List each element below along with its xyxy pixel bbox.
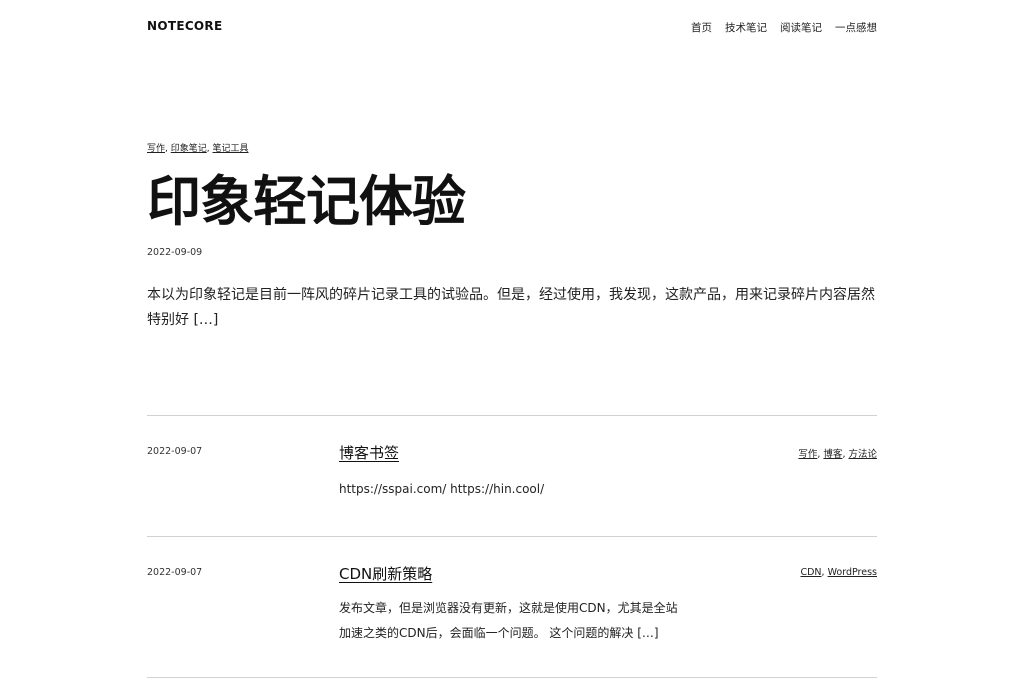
divider xyxy=(147,536,877,537)
post-categories: 写作, 博客, 方法论 xyxy=(798,449,877,460)
site-title-link[interactable]: NOTECORE xyxy=(147,19,222,33)
category-link[interactable]: 印象笔记 xyxy=(171,144,207,154)
nav-item-tech-notes[interactable]: 技术笔记 xyxy=(725,20,767,35)
featured-post-excerpt: 本以为印象轻记是目前一阵风的碎片记录工具的试验品。但是，经过使用，我发现，这款产… xyxy=(147,287,875,328)
post-title-link[interactable]: CDN刷新策略 xyxy=(339,563,432,584)
nav-item-reading-notes[interactable]: 阅读笔记 xyxy=(780,20,822,35)
divider xyxy=(147,415,877,416)
nav-item-thoughts[interactable]: 一点感想 xyxy=(835,20,877,35)
category-link[interactable]: 博客 xyxy=(823,449,842,460)
post-title-link[interactable]: 博客书签 xyxy=(339,442,399,463)
category-link[interactable]: 写作 xyxy=(798,449,817,460)
post-date: 2022-09-07 xyxy=(147,567,203,578)
post-date: 2022-09-07 xyxy=(147,446,203,457)
post-categories: CDN, WordPress xyxy=(800,567,877,578)
category-link[interactable]: 方法论 xyxy=(848,449,877,460)
category-link[interactable]: 笔记工具 xyxy=(213,144,249,154)
main-nav: 首页 技术笔记 阅读笔记 一点感想 xyxy=(691,20,877,35)
featured-post-date: 2022-09-09 xyxy=(147,247,203,258)
divider xyxy=(147,677,877,678)
page: NOTECORE 首页 技术笔记 阅读笔记 一点感想 写作, 印象笔记, 笔记工… xyxy=(0,0,1024,683)
category-link[interactable]: WordPress xyxy=(828,567,877,578)
post-excerpt: 发布文章，但是浏览器没有更新，这就是使用CDN，尤其是全站加速之类的CDN后，会… xyxy=(339,601,678,640)
nav-item-home[interactable]: 首页 xyxy=(691,20,712,35)
category-link[interactable]: 写作 xyxy=(147,144,165,154)
featured-post-title[interactable]: 印象轻记体验 xyxy=(147,172,466,232)
category-link[interactable]: CDN xyxy=(800,567,821,578)
post-excerpt: https://sspai.com/ https://hin.cool/ xyxy=(339,482,545,496)
featured-categories: 写作, 印象笔记, 笔记工具 xyxy=(147,144,249,154)
